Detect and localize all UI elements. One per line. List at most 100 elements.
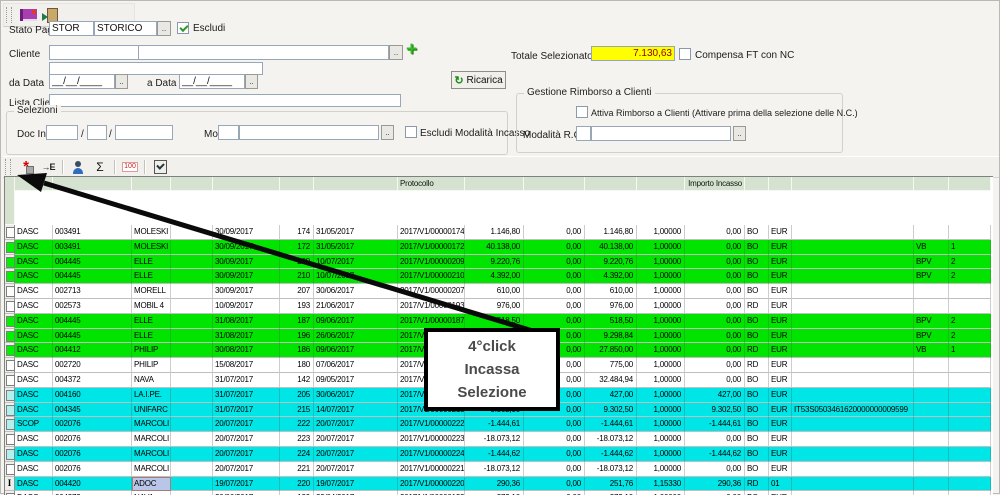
grid-cell-ragione[interactable]: MARCOLI [132,432,171,447]
mol-code-field[interactable] [218,125,239,140]
row-selector[interactable] [5,432,15,447]
grid-cell-mol[interactable]: BO [745,403,769,418]
row-selector[interactable] [5,329,15,344]
grid-cell-div[interactable]: EUR [769,417,792,432]
grid-cell-iban[interactable] [792,432,914,447]
help-book-button[interactable] [16,5,40,25]
utente-button[interactable] [67,158,89,177]
grid-cell-importo_incasso[interactable]: 0,00 [685,299,745,314]
grid-cell-doc_cliente[interactable]: 174 [280,225,314,240]
grid-cell-ragione[interactable]: ELLE [132,329,171,344]
grid-cell-cambio[interactable]: 1,00000 [637,447,685,462]
grid-cell-importo_incasso[interactable]: 0,00 [685,373,745,388]
ricarica-button[interactable]: ↻ Ricarica [451,71,506,89]
grid-cell-div[interactable]: EUR [769,373,792,388]
grid-cell-protocollo[interactable]: 2017/V1/00000224 [398,447,465,462]
grid-cell-stato[interactable]: DASC [15,388,53,403]
row-selector[interactable] [5,462,15,477]
grid-cell-b_ant[interactable] [914,491,949,495]
grid-cell-div[interactable]: EUR [769,343,792,358]
grid-cell-pagato[interactable]: 0,00 [524,299,585,314]
grid-cell-doc_cliente[interactable]: 210 [280,269,314,284]
grid-cell-n_fin[interactable]: 1 [949,343,991,358]
grid-cell-cambio[interactable]: 1,15330 [637,477,685,492]
grid-cell-mol[interactable]: BO [745,255,769,270]
grid-cell-importo_base[interactable]: 610,00 [585,284,637,299]
grid-cell-dt_scadenza[interactable]: 31/07/2017 [213,373,280,388]
grid-cell-b_ant[interactable]: BPV [914,329,949,344]
grid-cell-codice[interactable]: 003491 [53,225,132,240]
cliente-code-field[interactable] [49,45,139,60]
row-selector[interactable] [5,417,15,432]
grid-cell-cambio[interactable]: 1,00000 [637,225,685,240]
grid-cell-iban[interactable] [792,388,914,403]
grid-cell-dt_docum[interactable]: 21/06/2017 [314,299,398,314]
a-data-browse-button[interactable]: .. [245,74,258,89]
grid-cell-pc[interactable] [171,284,213,299]
table-row[interactable]: IDASC004420ADOC19/07/201722019/07/201720… [5,477,991,492]
grid-cell-pc[interactable] [171,447,213,462]
grid-cell-mol[interactable]: BO [745,373,769,388]
grid-cell-importo_divisa[interactable]: -1.444,62 [465,447,524,462]
grid-cell-b_ant[interactable] [914,373,949,388]
grid-cell-pc[interactable] [171,403,213,418]
grid-cell-importo_incasso[interactable]: 427,00 [685,388,745,403]
grid-cell-stato[interactable]: DASC [15,225,53,240]
grid-cell-dt_scadenza[interactable]: 31/07/2017 [213,388,280,403]
grid-cell-cambio[interactable]: 1,00000 [637,388,685,403]
grid-cell-ragione[interactable]: ELLE [132,255,171,270]
grid-cell-importo_base[interactable]: -1.444,62 [585,447,637,462]
grid-cell-pagato[interactable]: 0,00 [524,432,585,447]
grid-cell-importo_divisa[interactable]: 40.138,00 [465,240,524,255]
mol-browse-button[interactable]: .. [381,125,394,140]
grid-cell-n_fin[interactable] [949,432,991,447]
grid-cell-n_fin[interactable]: 2 [949,329,991,344]
grid-cell-div[interactable]: EUR [769,447,792,462]
grid-cell-pagato[interactable]: 0,00 [524,225,585,240]
grid-cell-dt_scadenza[interactable]: 30/09/2017 [213,255,280,270]
grid-cell-n_fin[interactable] [949,403,991,418]
grid-cell-dt_docum[interactable]: 14/07/2017 [314,403,398,418]
grid-cell-doc_cliente[interactable]: 139 [280,491,314,495]
grid-cell-ragione[interactable]: UNIFARC [132,403,171,418]
grid-cell-ragione[interactable]: NAVA [132,491,171,495]
table-row[interactable]: DASC002713MORELL30/09/201720730/06/20172… [5,284,991,299]
grid-cell-codice[interactable]: 004445 [53,255,132,270]
grid-cell-stato[interactable]: DASC [15,240,53,255]
grid-cell-pagato[interactable]: 0,00 [524,477,585,492]
grid-cell-dt_scadenza[interactable]: 15/08/2017 [213,358,280,373]
table-row[interactable]: DASC002076MARCOLI20/07/201722420/07/2017… [5,447,991,462]
table-row[interactable]: SCOP002076MARCOLI20/07/201722220/07/2017… [5,417,991,432]
grid-cell-importo_divisa[interactable]: 1.146,80 [465,225,524,240]
grid-cell-n_fin[interactable] [949,388,991,403]
grid-cell-importo_base[interactable]: 518,50 [585,314,637,329]
grid-cell-cambio[interactable]: 1,00000 [637,255,685,270]
grid-cell-importo_base[interactable]: 9.298,84 [585,329,637,344]
grid-cell-codice[interactable]: 002720 [53,358,132,373]
grid-cell-importo_base[interactable]: -18.073,12 [585,462,637,477]
grid-cell-protocollo[interactable]: 2017/V1/00000223 [398,432,465,447]
grid-cell-pc[interactable] [171,343,213,358]
grid-cell-doc_cliente[interactable]: 215 [280,403,314,418]
grid-cell-dt_scadenza[interactable]: 19/07/2017 [213,477,280,492]
grid-cell-cambio[interactable]: 1,00000 [637,491,685,495]
grid-cell-b_ant[interactable]: VB [914,343,949,358]
grid-cell-importo_divisa[interactable]: 610,00 [465,284,524,299]
stato-pag-browse-button[interactable]: .. [157,21,171,36]
da-data-browse-button[interactable]: .. [115,74,128,89]
grid-cell-div[interactable]: EUR [769,403,792,418]
grid-cell-mol[interactable]: BO [745,491,769,495]
grid-cell-dt_scadenza[interactable]: 20/06/2017 [213,491,280,495]
grid-cell-iban[interactable] [792,299,914,314]
grid-cell-importo_incasso[interactable]: -1.444,62 [685,447,745,462]
row-selector[interactable] [5,314,15,329]
cliente-desc-field[interactable] [138,45,389,60]
grid-cell-div[interactable]: EUR [769,299,792,314]
grid-cell-cambio[interactable]: 1,00000 [637,314,685,329]
grid-cell-dt_docum[interactable]: 26/06/2017 [314,329,398,344]
grid-cell-importo_divisa[interactable]: -18.073,12 [465,432,524,447]
escludi-modalita-incasso-checkbox[interactable] [405,126,417,138]
grid-cell-div[interactable]: EUR [769,491,792,495]
somma-button[interactable]: Σ [89,158,111,177]
grid-cell-iban[interactable] [792,225,914,240]
